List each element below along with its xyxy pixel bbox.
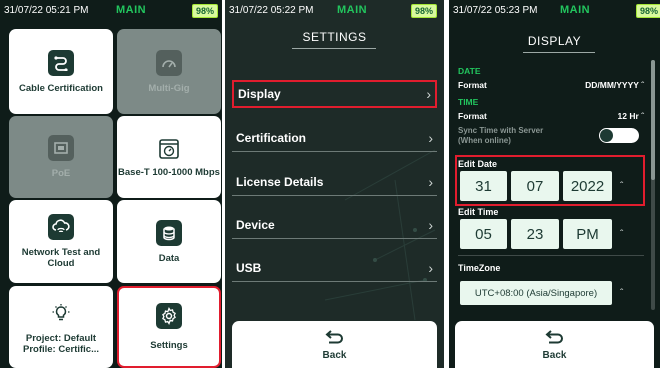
menu-item-license-details[interactable]: License Details ›	[232, 168, 437, 196]
sync-time-toggle[interactable]	[599, 128, 639, 143]
timezone-chevron-up-icon[interactable]: ˆ	[620, 288, 623, 299]
title-underline	[292, 48, 376, 49]
status-bar: 31/07/22 05:23 PM MAIN 98%	[449, 0, 660, 22]
edit-date-day[interactable]: 31	[460, 171, 507, 201]
tile-poe[interactable]: PoE	[9, 116, 113, 198]
menu-item-label: Certification	[236, 130, 307, 145]
edit-time-label: Edit Time	[458, 207, 499, 217]
edit-date-year[interactable]: 2022	[563, 171, 612, 201]
status-mode: MAIN	[116, 4, 147, 16]
battery-indicator: 98%	[636, 4, 660, 18]
gear-icon	[156, 303, 182, 329]
sync-time-label: Sync Time with Server (When online)	[458, 126, 544, 145]
tile-project-profile[interactable]: Project: Default Profile: Certific...	[9, 286, 113, 368]
edit-date-label: Edit Date	[458, 159, 498, 169]
tile-label: Multi-Gig	[148, 82, 190, 94]
battery-indicator: 98%	[192, 4, 219, 18]
cloud-network-icon	[48, 214, 74, 240]
tile-label: Settings	[150, 340, 188, 351]
scrollbar-thumb[interactable]	[651, 60, 655, 180]
menu-item-label: Display	[238, 87, 281, 101]
page-title: DISPLAY	[527, 34, 582, 48]
tile-multi-gig[interactable]: Multi-Gig	[117, 29, 221, 114]
chevron-right-icon: ›	[428, 259, 433, 276]
back-button[interactable]: Back	[232, 321, 437, 368]
cable-icon	[48, 49, 74, 76]
edit-date-chevron-up-icon[interactable]: ˆ	[620, 181, 623, 192]
menu-item-label: License Details	[236, 174, 324, 189]
scrollbar[interactable]	[651, 60, 655, 310]
menu-item-device[interactable]: Device ›	[232, 211, 437, 239]
title-underline	[523, 52, 595, 53]
main-screen: 31/07/22 05:21 PM MAIN 98% Cable Certifi…	[0, 0, 222, 368]
status-bar: 31/07/22 05:22 PM MAIN 98%	[225, 0, 444, 22]
menu-item-certification[interactable]: Certification ›	[232, 124, 437, 152]
edit-time-minute[interactable]: 23	[511, 219, 559, 249]
back-arrow-icon	[324, 329, 343, 343]
timezone-label: TimeZone	[458, 263, 501, 273]
tile-label: Project: Default Profile: Certific...	[22, 332, 99, 355]
tile-base-t[interactable]: Base-T 100-1000 Mbps	[117, 116, 221, 198]
chevron-right-icon: ›	[428, 129, 433, 146]
time-section-heading: TIME	[458, 97, 479, 107]
date-format-value[interactable]: DD/MM/YYYY ˆ	[585, 80, 644, 90]
divider	[458, 255, 644, 256]
chevron-right-icon: ›	[428, 216, 433, 233]
page-title: SETTINGS	[302, 30, 367, 44]
back-label: Back	[542, 349, 567, 361]
back-arrow-icon	[544, 329, 563, 343]
menu-item-label: USB	[236, 260, 262, 275]
display-screen: 31/07/22 05:23 PM MAIN 98% DISPLAY DATE …	[449, 0, 660, 368]
tile-label: Network Test and Cloud	[21, 247, 101, 269]
tile-settings[interactable]: Settings	[117, 286, 221, 368]
back-label: Back	[322, 349, 347, 361]
tile-label: PoE	[51, 168, 71, 179]
menu-item-label: Device	[236, 217, 275, 232]
tile-network-test-cloud[interactable]: Network Test and Cloud	[9, 200, 113, 283]
chevron-up-icon: ˆ	[641, 80, 644, 90]
menu-item-usb[interactable]: USB ›	[232, 254, 437, 282]
database-icon	[156, 219, 182, 246]
date-section-heading: DATE	[458, 66, 481, 76]
time-format-value[interactable]: 12 Hr ˆ	[618, 111, 644, 121]
edit-time-ampm[interactable]: PM	[563, 219, 612, 249]
stopwatch-icon	[156, 136, 182, 162]
tile-cable-certification[interactable]: Cable Certification	[9, 29, 113, 114]
lightbulb-icon	[48, 299, 74, 326]
timezone-select[interactable]: UTC+08:00 (Asia/Singapore)	[460, 281, 612, 305]
status-mode: MAIN	[337, 4, 368, 16]
chevron-up-icon: ˆ	[641, 111, 644, 121]
settings-screen: 31/07/22 05:22 PM MAIN 98% SETTINGS Disp…	[225, 0, 444, 368]
toggle-knob	[600, 129, 613, 142]
tile-label: Base-T 100-1000 Mbps	[118, 167, 220, 178]
chevron-right-icon: ›	[426, 86, 431, 102]
tile-label: Cable Certification	[19, 82, 103, 94]
battery-indicator: 98%	[411, 4, 438, 18]
speedometer-icon	[156, 49, 182, 76]
status-time: 31/07/22 05:21 PM	[4, 5, 89, 16]
status-time: 31/07/22 05:22 PM	[229, 5, 314, 16]
tile-data[interactable]: Data	[117, 200, 221, 283]
time-format-row[interactable]: Format 12 Hr ˆ	[458, 111, 644, 121]
date-format-label: Format	[458, 80, 487, 90]
menu-item-display[interactable]: Display ›	[232, 80, 437, 108]
status-mode: MAIN	[560, 4, 591, 16]
status-time: 31/07/22 05:23 PM	[453, 5, 538, 16]
edit-date-month[interactable]: 07	[511, 171, 559, 201]
ethernet-port-icon	[48, 135, 74, 161]
tile-label: Data	[158, 252, 180, 264]
edit-time-hour[interactable]: 05	[460, 219, 507, 249]
date-format-row[interactable]: Format DD/MM/YYYY ˆ	[458, 80, 644, 90]
time-format-label: Format	[458, 111, 487, 121]
chevron-right-icon: ›	[428, 173, 433, 190]
edit-time-chevron-up-icon[interactable]: ˆ	[620, 229, 623, 240]
status-bar: 31/07/22 05:21 PM MAIN 98%	[0, 0, 222, 22]
back-button[interactable]: Back	[455, 321, 654, 368]
